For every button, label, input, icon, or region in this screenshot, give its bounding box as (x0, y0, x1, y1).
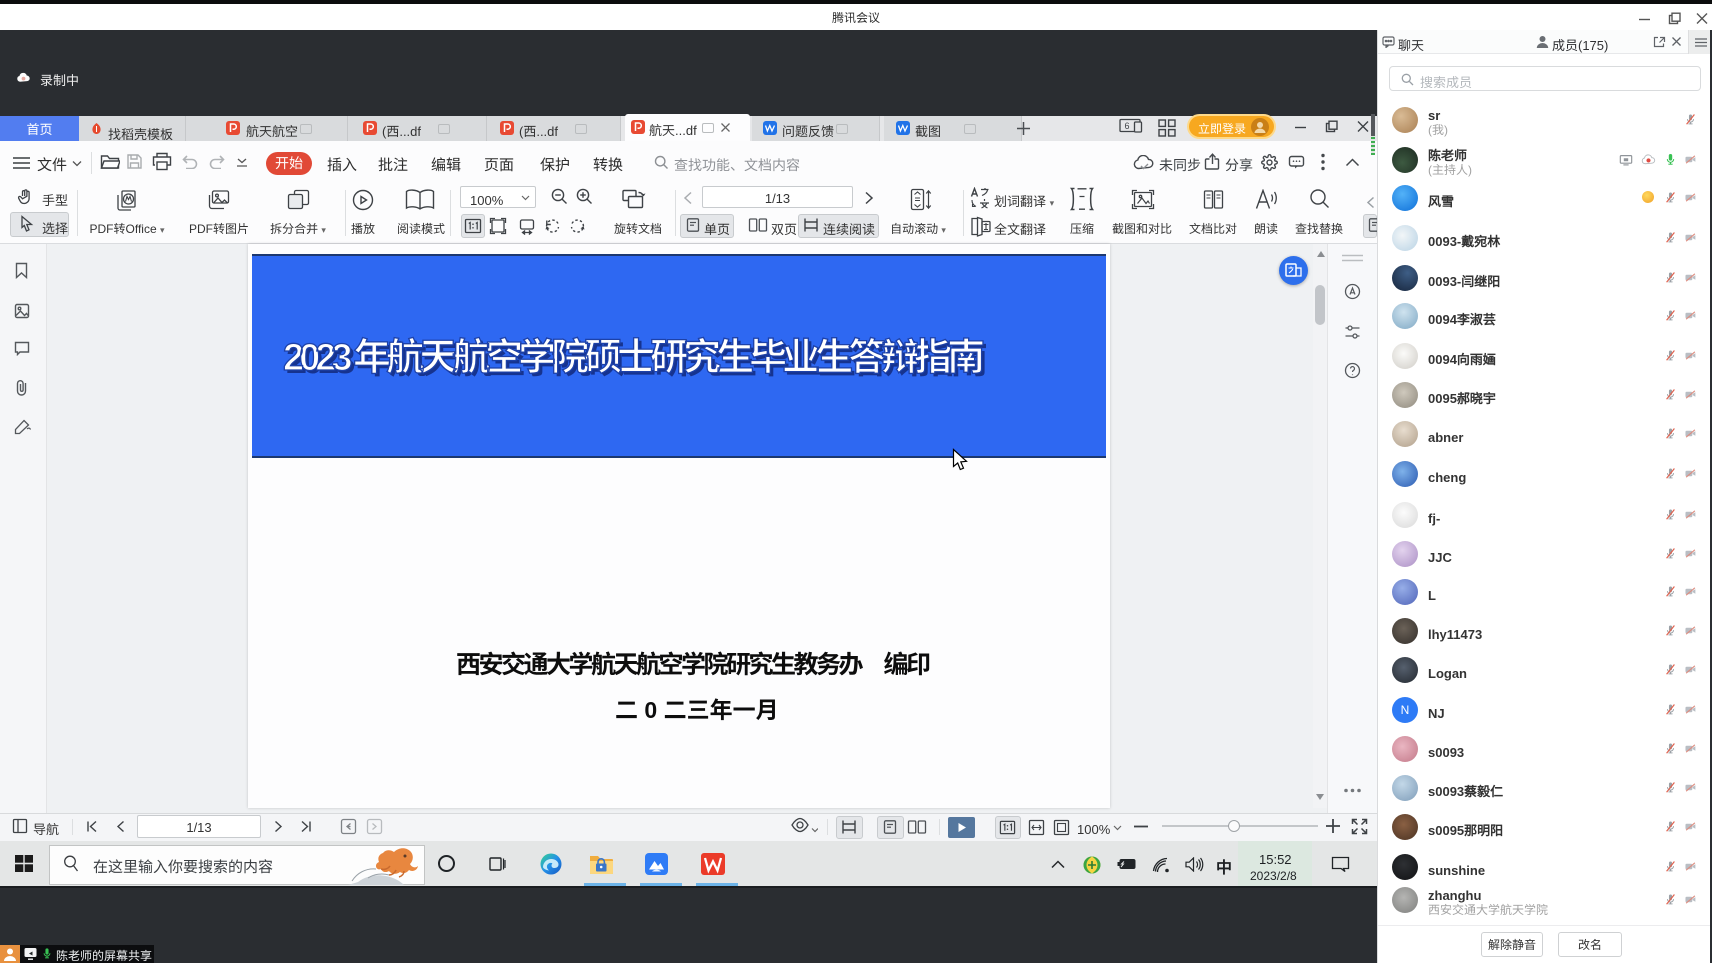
svg-text:6: 6 (1124, 119, 1129, 132)
